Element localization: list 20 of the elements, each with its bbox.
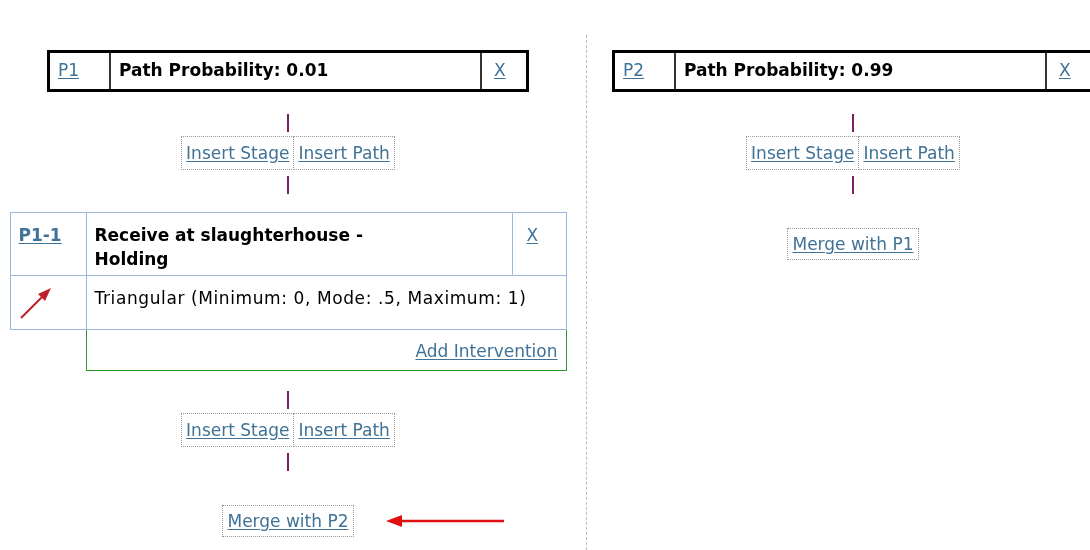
path-id-link[interactable]: P1: [58, 58, 80, 84]
stage-id-link[interactable]: P1-1: [18, 225, 62, 245]
insert-path-link[interactable]: Insert Path: [859, 136, 960, 170]
arrow-icon: [18, 285, 53, 320]
path-probability: Path Probability: 0.99: [676, 53, 1047, 89]
path-id-link[interactable]: P2: [623, 58, 645, 84]
insert-path-link[interactable]: Insert Path: [294, 136, 395, 170]
remove-path-link[interactable]: X: [1059, 58, 1071, 84]
insert-stage-link[interactable]: Insert Stage: [181, 136, 295, 170]
insert-path-link[interactable]: Insert Path: [294, 413, 395, 447]
remove-stage-link[interactable]: X: [526, 225, 539, 245]
remove-path-link[interactable]: X: [494, 58, 506, 84]
merge-link[interactable]: Merge with P2: [222, 505, 354, 537]
merge-link[interactable]: Merge with P1: [787, 228, 919, 260]
insert-stage-link[interactable]: Insert Stage: [181, 413, 295, 447]
distribution-text: Triangular (Minimum: 0, Mode: .5, Maximum: 1): [93, 287, 528, 310]
path-probability: Path Probability: 0.01: [111, 53, 482, 89]
stage-title: Receive at slaughterhouse - Holding: [94, 224, 364, 271]
insert-stage-link[interactable]: Insert Stage: [746, 136, 860, 170]
add-intervention-link[interactable]: Add Intervention: [415, 338, 558, 364]
